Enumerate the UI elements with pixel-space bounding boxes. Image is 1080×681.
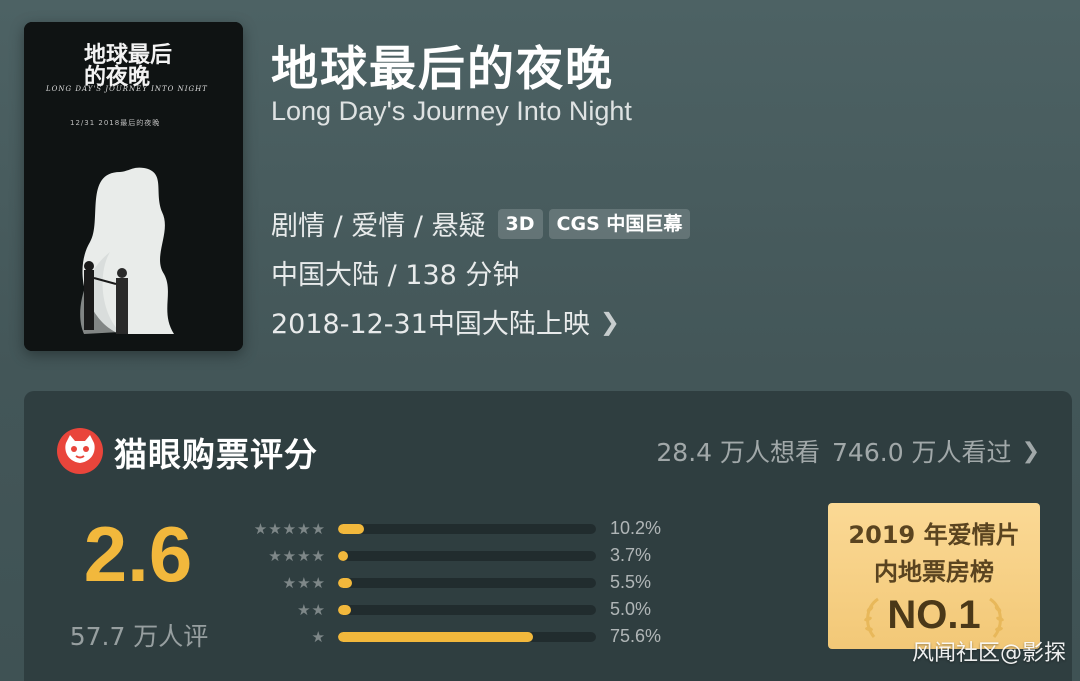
- badge-line2: 内地票房榜: [874, 558, 994, 586]
- watermark: 风闻社区@影探: [911, 641, 1066, 666]
- rating-count: 57.7 万人评: [69, 622, 209, 651]
- rating-row-2-star: ★★ 5.0%: [234, 596, 661, 623]
- poster-date: 12/31 2018最后的夜晚: [70, 119, 161, 127]
- poster-title: 地球最后的夜晚: [84, 42, 173, 90]
- movie-title: 地球最后的夜晚: [271, 42, 614, 97]
- tag-cgs: CGS 中国巨幕: [548, 208, 691, 239]
- rating-section-title: 猫眼购票评分: [114, 435, 318, 474]
- poster-en-title: LONG DAY'S JOURNEY INTO NIGHT: [46, 85, 208, 93]
- rating-row-1-star: ★ 75.6%: [234, 623, 662, 650]
- movie-subtitle: Long Day's Journey Into Night: [271, 96, 632, 126]
- rating-bar-track: [338, 604, 596, 615]
- maoyan-cat-icon: [57, 428, 103, 474]
- rating-percent: 5.0%: [610, 599, 652, 619]
- audience-stats[interactable]: 28.4 万人想看 746.0 万人看过 ❯: [656, 433, 1040, 469]
- rating-bar-track: [338, 631, 596, 642]
- badge-rank: NO.1: [887, 593, 981, 637]
- chevron-right-icon: ❯: [1021, 438, 1040, 464]
- star-icons: ★: [311, 627, 326, 646]
- rating-bar-track: [338, 550, 596, 561]
- rating-bar-fill: [338, 523, 365, 534]
- movie-poster[interactable]: 地球最后的夜晚 LONG DAY'S JOURNEY INTO NIGHT 12…: [24, 22, 243, 351]
- rating-bar-fill: [338, 631, 534, 642]
- release-text: 2018-12-31中国大陆上映: [271, 309, 590, 340]
- rating-percent: 10.2%: [610, 518, 662, 538]
- rating-bar-fill: [338, 604, 351, 615]
- badge-line1: 2019 年爱情片: [848, 521, 1020, 549]
- poster-text: 地球最后的夜晚 LONG DAY'S JOURNEY INTO NIGHT 12…: [24, 22, 243, 142]
- want-to-see-count: 28.4 万人想看: [656, 438, 821, 467]
- rating-score: 2.6: [83, 510, 193, 598]
- star-icons: ★★: [297, 600, 326, 619]
- rating-bar-fill: [338, 550, 348, 561]
- star-icons: ★★★★: [268, 546, 326, 565]
- box-office-badge[interactable]: 2019 年爱情片 内地票房榜 NO.1: [828, 503, 1040, 649]
- region-duration: 中国大陆 / 138 分钟: [271, 260, 520, 291]
- genre-row: 剧情 / 爱情 / 悬疑 3D CGS 中国巨幕: [271, 204, 691, 243]
- rating-distribution: ★★★★★ 10.2% ★★★★ 3.7% ★★★ 5.5% ★★ 5.0% ★ 75.6%: [234, 515, 661, 650]
- genre-text: 剧情 / 爱情 / 悬疑: [271, 211, 486, 242]
- rating-row-3-star: ★★★ 5.5%: [234, 569, 661, 596]
- rating-bar-track: [338, 523, 596, 534]
- rating-row-5-star: ★★★★★ 10.2%: [234, 515, 661, 542]
- release-row[interactable]: 2018-12-31中国大陆上映 ❯: [271, 302, 620, 341]
- watched-count: 746.0 万人看过: [832, 438, 1012, 467]
- rating-percent: 5.5%: [610, 572, 652, 592]
- chevron-right-icon: ❯: [599, 307, 621, 336]
- rating-percent: 3.7%: [610, 545, 652, 565]
- star-icons: ★★★: [282, 573, 326, 592]
- star-icons: ★★★★★: [253, 519, 326, 538]
- tag-3d: 3D: [497, 208, 543, 239]
- rating-percent: 75.6%: [610, 626, 662, 646]
- rating-row-4-star: ★★★★ 3.7%: [234, 542, 661, 569]
- rating-bar-fill: [338, 577, 353, 588]
- rating-bar-track: [338, 577, 596, 588]
